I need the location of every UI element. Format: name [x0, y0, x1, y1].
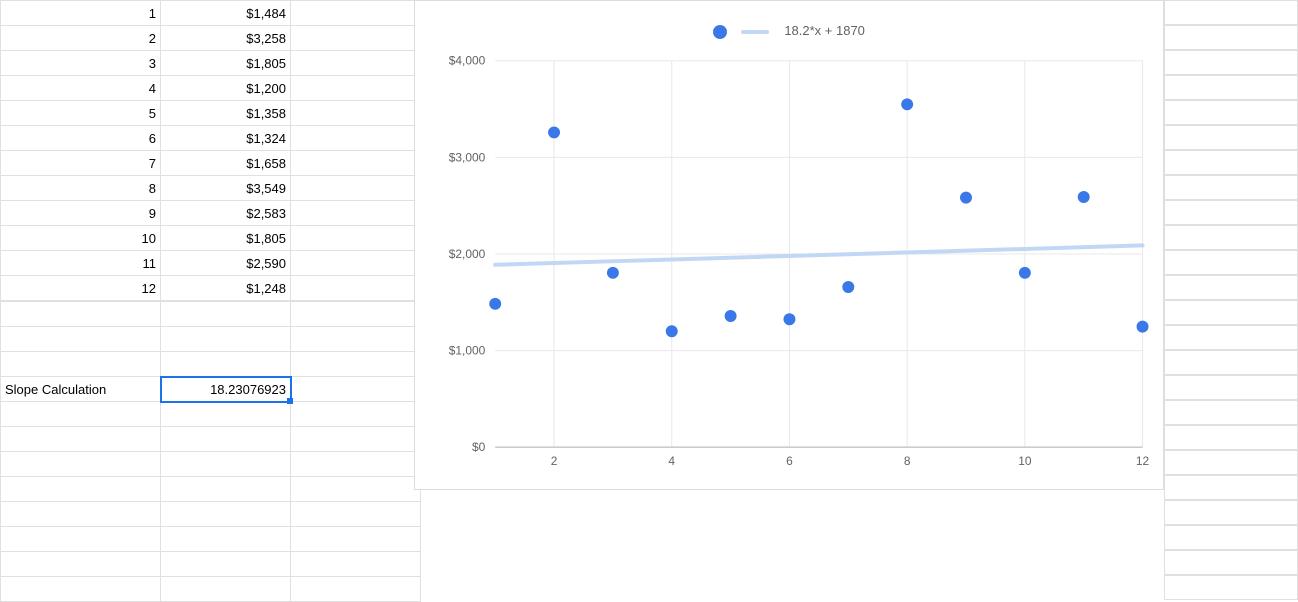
empty-cell[interactable]	[291, 302, 421, 327]
index-cell[interactable]: 2	[1, 26, 161, 51]
value-cell[interactable]: $1,658	[161, 151, 291, 176]
grid-right-column[interactable]	[1164, 0, 1298, 596]
empty-cell[interactable]	[1, 302, 161, 327]
index-cell[interactable]: 9	[1, 201, 161, 226]
empty-cell[interactable]	[161, 327, 291, 352]
empty-cell[interactable]	[161, 552, 291, 577]
empty-cell[interactable]	[161, 502, 291, 527]
empty-cell[interactable]	[161, 477, 291, 502]
empty-cell[interactable]	[161, 402, 291, 427]
legend-trendline-label: 18.2*x + 1870	[784, 23, 865, 38]
value-cell[interactable]: $2,590	[161, 251, 291, 276]
empty-cell[interactable]	[161, 352, 291, 377]
empty-cell[interactable]	[291, 477, 421, 502]
svg-text:$0: $0	[472, 440, 486, 454]
empty-cell[interactable]	[291, 577, 421, 602]
value-cell[interactable]: $2,583	[161, 201, 291, 226]
slope-value-cell[interactable]: 18.23076923	[161, 377, 291, 402]
empty-cell[interactable]	[161, 577, 291, 602]
empty-cell[interactable]	[161, 452, 291, 477]
empty-cell[interactable]	[1, 352, 161, 377]
legend-series-dot-icon	[713, 25, 727, 39]
index-cell[interactable]: 8	[1, 176, 161, 201]
svg-text:$2,000: $2,000	[449, 247, 486, 261]
empty-cell[interactable]	[1, 552, 161, 577]
empty-cell[interactable]	[291, 76, 421, 101]
svg-text:$4,000: $4,000	[449, 54, 486, 68]
empty-cell[interactable]	[1, 502, 161, 527]
empty-cell[interactable]	[291, 201, 421, 226]
empty-cell[interactable]	[291, 226, 421, 251]
value-cell[interactable]: $3,258	[161, 26, 291, 51]
data-table[interactable]: 1$1,4842$3,2583$1,8054$1,2005$1,3586$1,3…	[0, 0, 421, 596]
empty-cell[interactable]	[291, 452, 421, 477]
empty-cell[interactable]	[1, 402, 161, 427]
empty-cell[interactable]	[291, 1, 421, 26]
empty-cell[interactable]	[291, 51, 421, 76]
value-cell[interactable]: $1,484	[161, 1, 291, 26]
index-cell[interactable]: 11	[1, 251, 161, 276]
index-cell[interactable]: 6	[1, 126, 161, 151]
empty-cell[interactable]	[291, 26, 421, 51]
value-cell[interactable]: $1,200	[161, 76, 291, 101]
empty-cell[interactable]	[1, 427, 161, 452]
empty-cell[interactable]	[1, 452, 161, 477]
value-cell[interactable]: $1,805	[161, 51, 291, 76]
svg-text:$3,000: $3,000	[449, 150, 486, 164]
slope-label-cell[interactable]: Slope Calculation	[1, 377, 161, 402]
value-cell[interactable]: $1,248	[161, 276, 291, 301]
index-cell[interactable]: 10	[1, 226, 161, 251]
index-cell[interactable]: 12	[1, 276, 161, 301]
empty-cell[interactable]	[291, 377, 421, 402]
index-cell[interactable]: 7	[1, 151, 161, 176]
chart-canvas: $0 $1,000 $2,000 $3,000 $4,000 2 4 6 8 10 12	[415, 1, 1163, 489]
empty-cell[interactable]	[161, 302, 291, 327]
svg-text:2: 2	[551, 454, 558, 468]
index-cell[interactable]: 5	[1, 101, 161, 126]
empty-cell[interactable]	[291, 352, 421, 377]
svg-text:10: 10	[1018, 454, 1032, 468]
value-cell[interactable]: $1,324	[161, 126, 291, 151]
value-cell[interactable]: $3,549	[161, 176, 291, 201]
svg-text:12: 12	[1136, 454, 1150, 468]
empty-cell[interactable]	[291, 427, 421, 452]
index-cell[interactable]: 1	[1, 1, 161, 26]
empty-cell[interactable]	[161, 527, 291, 552]
value-cell[interactable]: $1,805	[161, 226, 291, 251]
svg-text:6: 6	[786, 454, 793, 468]
empty-cell[interactable]	[291, 101, 421, 126]
empty-cell[interactable]	[1, 577, 161, 602]
value-cell[interactable]: $1,358	[161, 101, 291, 126]
index-cell[interactable]: 4	[1, 76, 161, 101]
empty-cell[interactable]	[291, 327, 421, 352]
empty-cell[interactable]	[291, 527, 421, 552]
empty-cell[interactable]	[291, 176, 421, 201]
empty-cell[interactable]	[291, 276, 421, 301]
empty-cell[interactable]	[1, 527, 161, 552]
index-cell[interactable]: 3	[1, 51, 161, 76]
empty-cell[interactable]	[291, 151, 421, 176]
empty-cell[interactable]	[291, 126, 421, 151]
empty-cell[interactable]	[291, 502, 421, 527]
scatter-chart[interactable]: 18.2*x + 1870 $0 $1,000 $2,000 $3,000 $4,000…	[414, 0, 1164, 490]
empty-cell[interactable]	[291, 251, 421, 276]
empty-cell[interactable]	[291, 552, 421, 577]
legend-trendline-icon	[741, 30, 769, 34]
empty-cell[interactable]	[161, 427, 291, 452]
empty-cell[interactable]	[291, 402, 421, 427]
svg-text:8: 8	[904, 454, 911, 468]
svg-text:$1,000: $1,000	[449, 344, 486, 358]
empty-cell[interactable]	[1, 477, 161, 502]
empty-cell[interactable]	[1, 327, 161, 352]
chart-legend: 18.2*x + 1870	[415, 23, 1163, 39]
svg-text:4: 4	[668, 454, 675, 468]
